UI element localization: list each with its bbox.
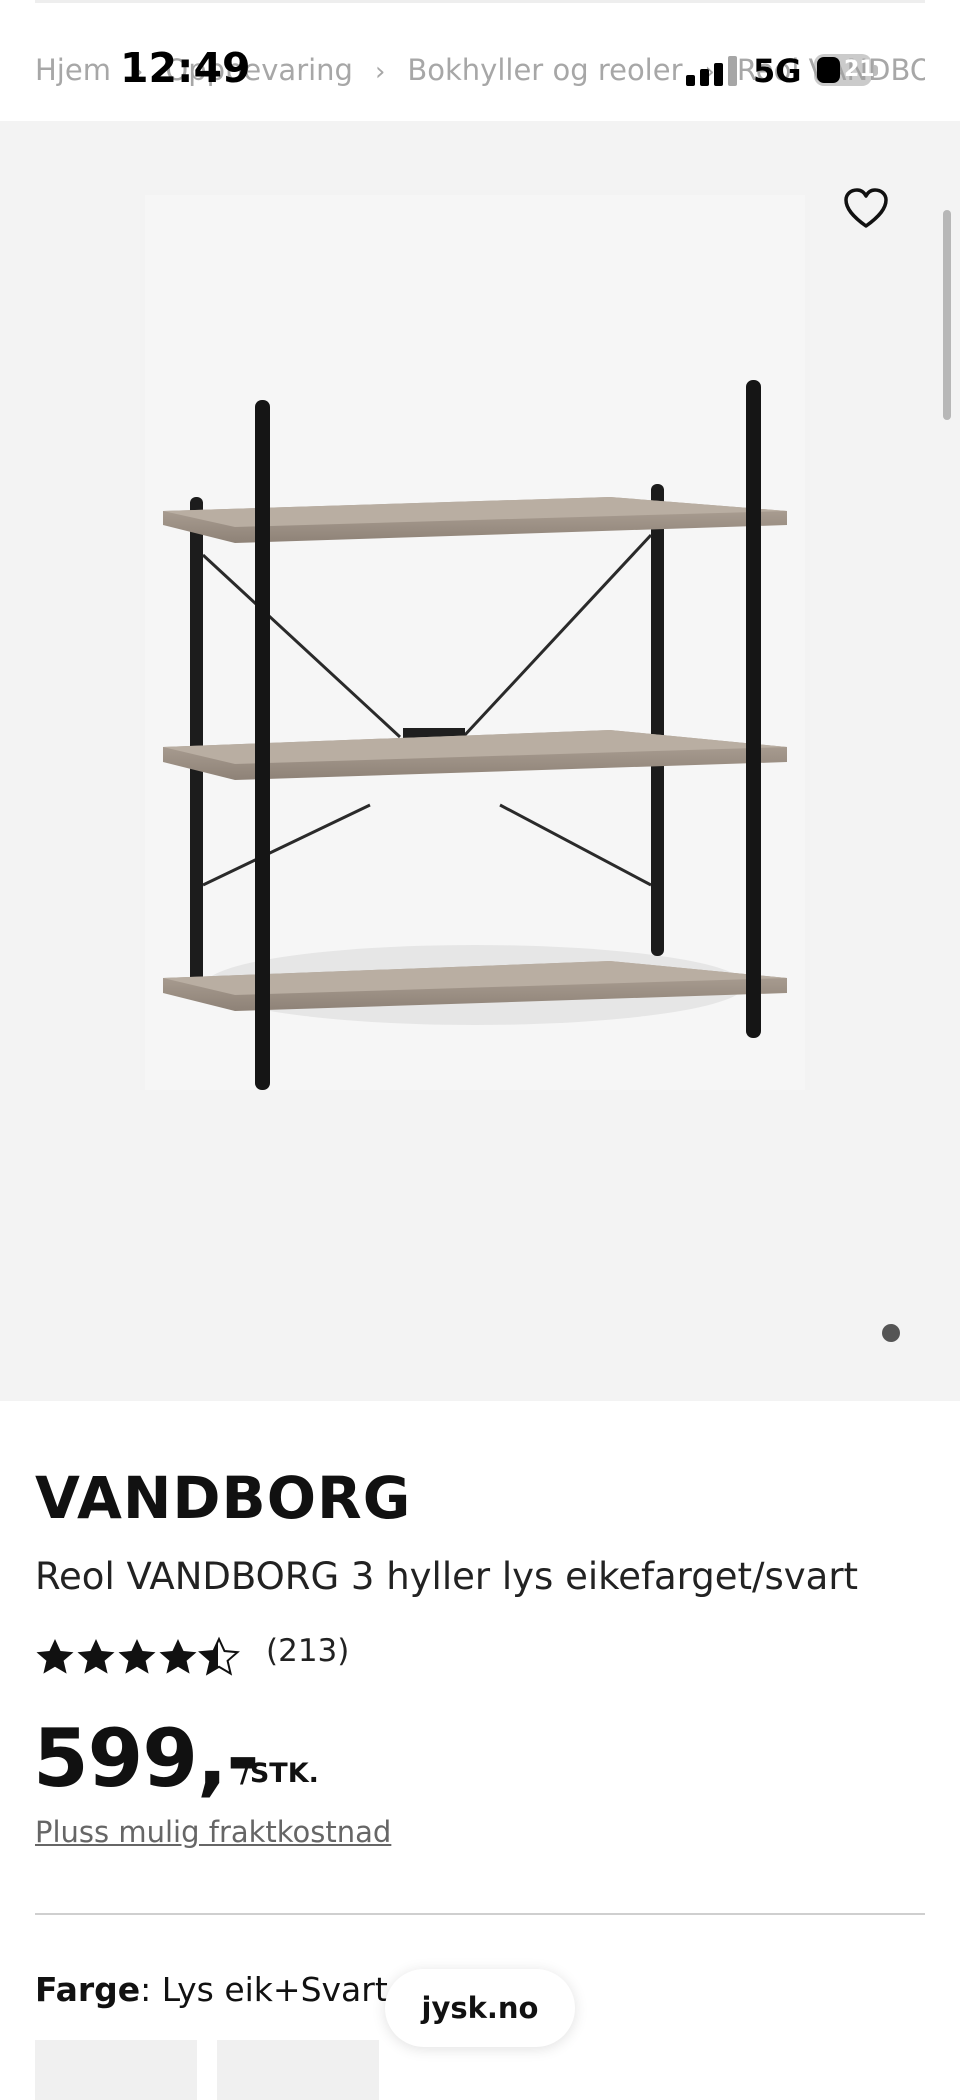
network-type: 5G <box>753 52 802 90</box>
chevron-right-icon: › <box>374 57 386 87</box>
bookshelf-illustration <box>163 380 787 1090</box>
battery-level: 21 <box>844 57 875 82</box>
section-divider <box>35 1913 925 1915</box>
price-unit: /STK. <box>240 1758 319 1789</box>
color-swatch-1[interactable] <box>35 2040 197 2100</box>
color-selection: Farge: Lys eik+Svart <box>35 1970 388 2009</box>
product-brand: VANDBORG <box>35 1464 412 1532</box>
status-time: 12:49 <box>120 44 251 92</box>
product-image[interactable] <box>145 195 805 1090</box>
signal-icon <box>686 56 746 86</box>
gallery-pagination-dot[interactable] <box>882 1324 900 1342</box>
star-icon <box>36 1638 239 1675</box>
gallery-scrollbar[interactable] <box>943 210 951 420</box>
color-value: : Lys eik+Svart <box>140 1970 388 2009</box>
color-swatch-2[interactable] <box>217 2040 379 2100</box>
product-price: 599,- <box>33 1712 260 1805</box>
freight-cost-link[interactable]: Pluss mulig fraktkostnad <box>35 1815 391 1849</box>
breadcrumb-item-bookshelves[interactable]: Bokhyller og reoler <box>407 53 682 87</box>
review-count[interactable]: (213) <box>266 1633 349 1669</box>
breadcrumb-item-home[interactable]: Hjem <box>35 53 111 87</box>
heart-icon[interactable] <box>842 186 890 230</box>
battery-icon: 21 <box>814 54 878 86</box>
browser-url-pill[interactable]: jysk.no <box>385 1969 575 2047</box>
product-name: Reol VANDBORG 3 hyller lys eikefarget/sv… <box>35 1555 859 1598</box>
color-label: Farge <box>35 1970 141 2009</box>
